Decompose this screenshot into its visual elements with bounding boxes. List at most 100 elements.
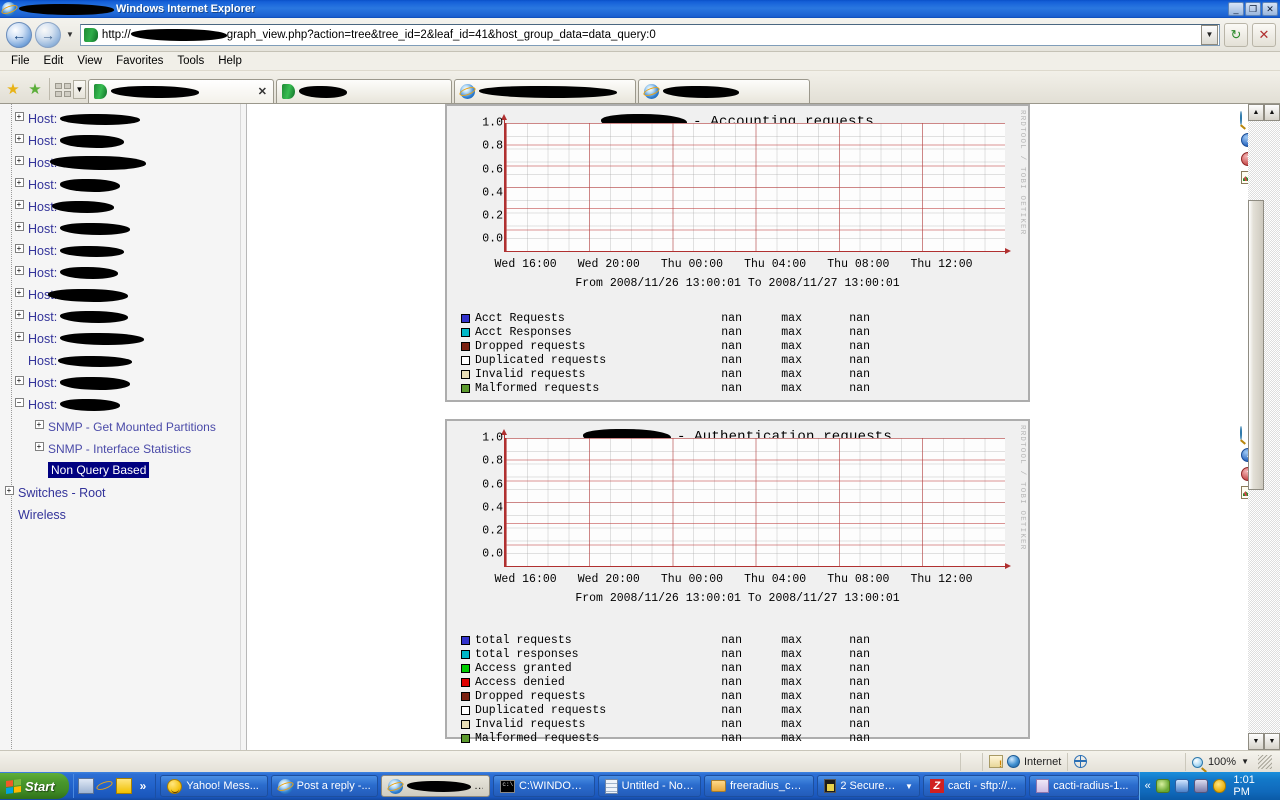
tree-item-wireless[interactable]: Wireless <box>0 506 240 528</box>
tree-item-host[interactable]: + Host: <box>10 110 240 132</box>
taskbar-item-notepad[interactable]: Untitled - Not... <box>597 775 702 797</box>
scroll-up-button[interactable]: ▲ <box>1264 104 1280 121</box>
expander-icon[interactable]: + <box>10 242 28 253</box>
collapse-icon[interactable]: − <box>10 396 28 407</box>
tree-item-host[interactable]: + Host: <box>10 264 240 286</box>
taskbar-item-post-a-reply[interactable]: Post a reply -... <box>270 775 379 797</box>
tray-expand-icon[interactable]: « <box>1145 780 1151 792</box>
expander-icon[interactable]: + <box>10 374 28 385</box>
address-dropdown-button[interactable]: ▼ <box>1201 24 1218 45</box>
taskbar-item-filezilla[interactable]: Z cacti - sftp://... <box>922 775 1027 797</box>
resize-grip[interactable] <box>1258 754 1272 769</box>
inner-scroll-thumb[interactable] <box>1248 200 1264 490</box>
inner-scroll-down-button[interactable]: ▼ <box>1248 733 1264 750</box>
menu-help[interactable]: Help <box>211 54 249 68</box>
expander-icon[interactable]: + <box>10 176 28 187</box>
tree-item-host[interactable]: + Host: <box>10 176 240 198</box>
stop-button[interactable]: ✕ <box>1252 22 1276 47</box>
tab-1[interactable]: ✕ <box>88 79 274 103</box>
quicklaunch-overflow-icon[interactable]: » <box>135 779 152 793</box>
inner-scroll-up-button[interactable]: ▲ <box>1248 104 1264 121</box>
tree-item-host-expanded[interactable]: − Host: <box>10 396 240 418</box>
taskbar-item-active-ie[interactable]: ... <box>381 775 491 797</box>
show-desktop-icon[interactable] <box>77 778 94 794</box>
tree-item-host[interactable]: + Host: <box>10 154 240 176</box>
expander-icon[interactable]: + <box>10 330 28 341</box>
refresh-button[interactable]: ↻ <box>1224 22 1248 47</box>
frame-splitter[interactable] <box>240 104 247 750</box>
task-group-caret-icon[interactable]: ▼ <box>905 782 913 791</box>
tray-network-icon[interactable] <box>1174 779 1189 793</box>
scroll-track[interactable] <box>1264 121 1280 733</box>
taskbar-item-command-prompt[interactable]: C:\WINDOW... <box>493 775 595 797</box>
media-quicklaunch-icon[interactable] <box>115 778 132 794</box>
menu-view[interactable]: View <box>70 54 109 68</box>
tree-item-host[interactable]: + Host: <box>10 132 240 154</box>
tree-item-non-query-based[interactable]: Non Query Based <box>10 462 240 484</box>
expander-icon[interactable]: + <box>10 132 28 143</box>
add-to-favorites-icon[interactable]: ★ <box>24 75 46 103</box>
taskbar-item-yahoo-messenger[interactable]: Yahoo! Mess... <box>160 775 268 797</box>
protected-mode-cell[interactable] <box>1067 752 1115 771</box>
expander-icon[interactable]: + <box>10 198 28 209</box>
taskbar-clock[interactable]: 1:01 PM <box>1231 774 1274 798</box>
minimize-button[interactable]: _ <box>1228 2 1244 16</box>
tree-item-host[interactable]: + Host: <box>10 220 240 242</box>
taskbar-item-securecrt-group[interactable]: 2 SecureCR... ▼ <box>816 775 920 797</box>
ie-quicklaunch-icon[interactable] <box>97 778 113 794</box>
tree-item-host[interactable]: Host: <box>10 352 240 374</box>
expander-icon[interactable]: + <box>10 264 28 275</box>
tree-item-snmp-interface-statistics[interactable]: + SNMP - Interface Statistics <box>10 440 240 462</box>
favorites-center-icon[interactable]: ★ <box>2 75 24 103</box>
tree-item-host[interactable]: + Host: <box>10 308 240 330</box>
scroll-down-button[interactable]: ▼ <box>1264 733 1280 750</box>
inner-frame-scrollbar[interactable]: ▲ ▼ <box>1248 104 1264 750</box>
taskbar-item-cacti-radius[interactable]: cacti-radius-1... <box>1029 775 1139 797</box>
back-button[interactable]: ← <box>6 21 32 48</box>
menu-file[interactable]: File <box>4 54 37 68</box>
legend-swatch <box>461 733 470 743</box>
x-axis-tick-labels: Wed 16:00 Wed 20:00 Thu 00:00 Thu 04:00 … <box>467 258 1027 271</box>
graph-time-range: From 2008/11/26 13:00:01 To 2008/11/27 1… <box>575 592 900 605</box>
tab-2[interactable] <box>276 79 452 103</box>
tree-item-host[interactable]: + Host: <box>10 330 240 352</box>
expander-icon[interactable]: + <box>0 484 18 495</box>
expander-icon[interactable]: + <box>10 110 28 121</box>
tab-3[interactable] <box>454 79 636 103</box>
tree-item-host[interactable]: + Host: <box>10 286 240 308</box>
menu-edit[interactable]: Edit <box>37 54 71 68</box>
tab-1-close-icon[interactable]: ✕ <box>250 85 267 98</box>
history-caret-icon[interactable]: ▼ <box>66 30 74 39</box>
window-scrollbar[interactable]: ▲ ▼ <box>1264 104 1280 750</box>
tray-messenger-icon[interactable] <box>1212 779 1227 793</box>
expander-icon[interactable]: + <box>10 286 28 297</box>
tree-item-host[interactable]: + Host: <box>10 198 240 220</box>
address-bar[interactable]: http:// graph_view.php?action=tree&tree_i… <box>79 23 1220 46</box>
tab-4[interactable] <box>638 79 810 103</box>
tray-usb-icon[interactable] <box>1193 779 1208 793</box>
quick-tabs-icon[interactable] <box>53 81 73 99</box>
menu-favorites[interactable]: Favorites <box>109 54 170 68</box>
security-zone[interactable]: Internet <box>982 752 1067 771</box>
zoom-caret-icon[interactable]: ▼ <box>1241 757 1249 766</box>
forward-button[interactable]: → <box>35 21 61 48</box>
tab-list-caret-icon[interactable]: ▼ <box>73 80 86 99</box>
expander-icon[interactable]: + <box>10 220 28 231</box>
tree-item-host[interactable]: + Host: <box>10 242 240 264</box>
maximize-button[interactable]: ❐ <box>1245 2 1261 16</box>
tree-item-snmp-get-mounted-partitions[interactable]: + SNMP - Get Mounted Partitions <box>10 418 240 440</box>
menu-tools[interactable]: Tools <box>170 54 211 68</box>
tray-antivirus-icon[interactable] <box>1155 779 1170 793</box>
expander-icon[interactable]: + <box>30 440 48 451</box>
redacted-hostname <box>130 28 227 41</box>
start-button[interactable]: Start <box>0 773 69 799</box>
zoom-control[interactable]: 100% ▼ <box>1184 752 1280 771</box>
tree-item-host[interactable]: + Host: <box>10 374 240 396</box>
securecrt-icon <box>823 779 837 793</box>
close-button[interactable]: ✕ <box>1262 2 1278 16</box>
expander-icon[interactable]: + <box>30 418 48 429</box>
taskbar-item-freeradius-cacti[interactable]: freeradius_cacti <box>704 775 814 797</box>
tree-item-switches-root[interactable]: + Switches - Root <box>0 484 240 506</box>
expander-icon[interactable]: + <box>10 154 28 165</box>
expander-icon[interactable]: + <box>10 308 28 319</box>
